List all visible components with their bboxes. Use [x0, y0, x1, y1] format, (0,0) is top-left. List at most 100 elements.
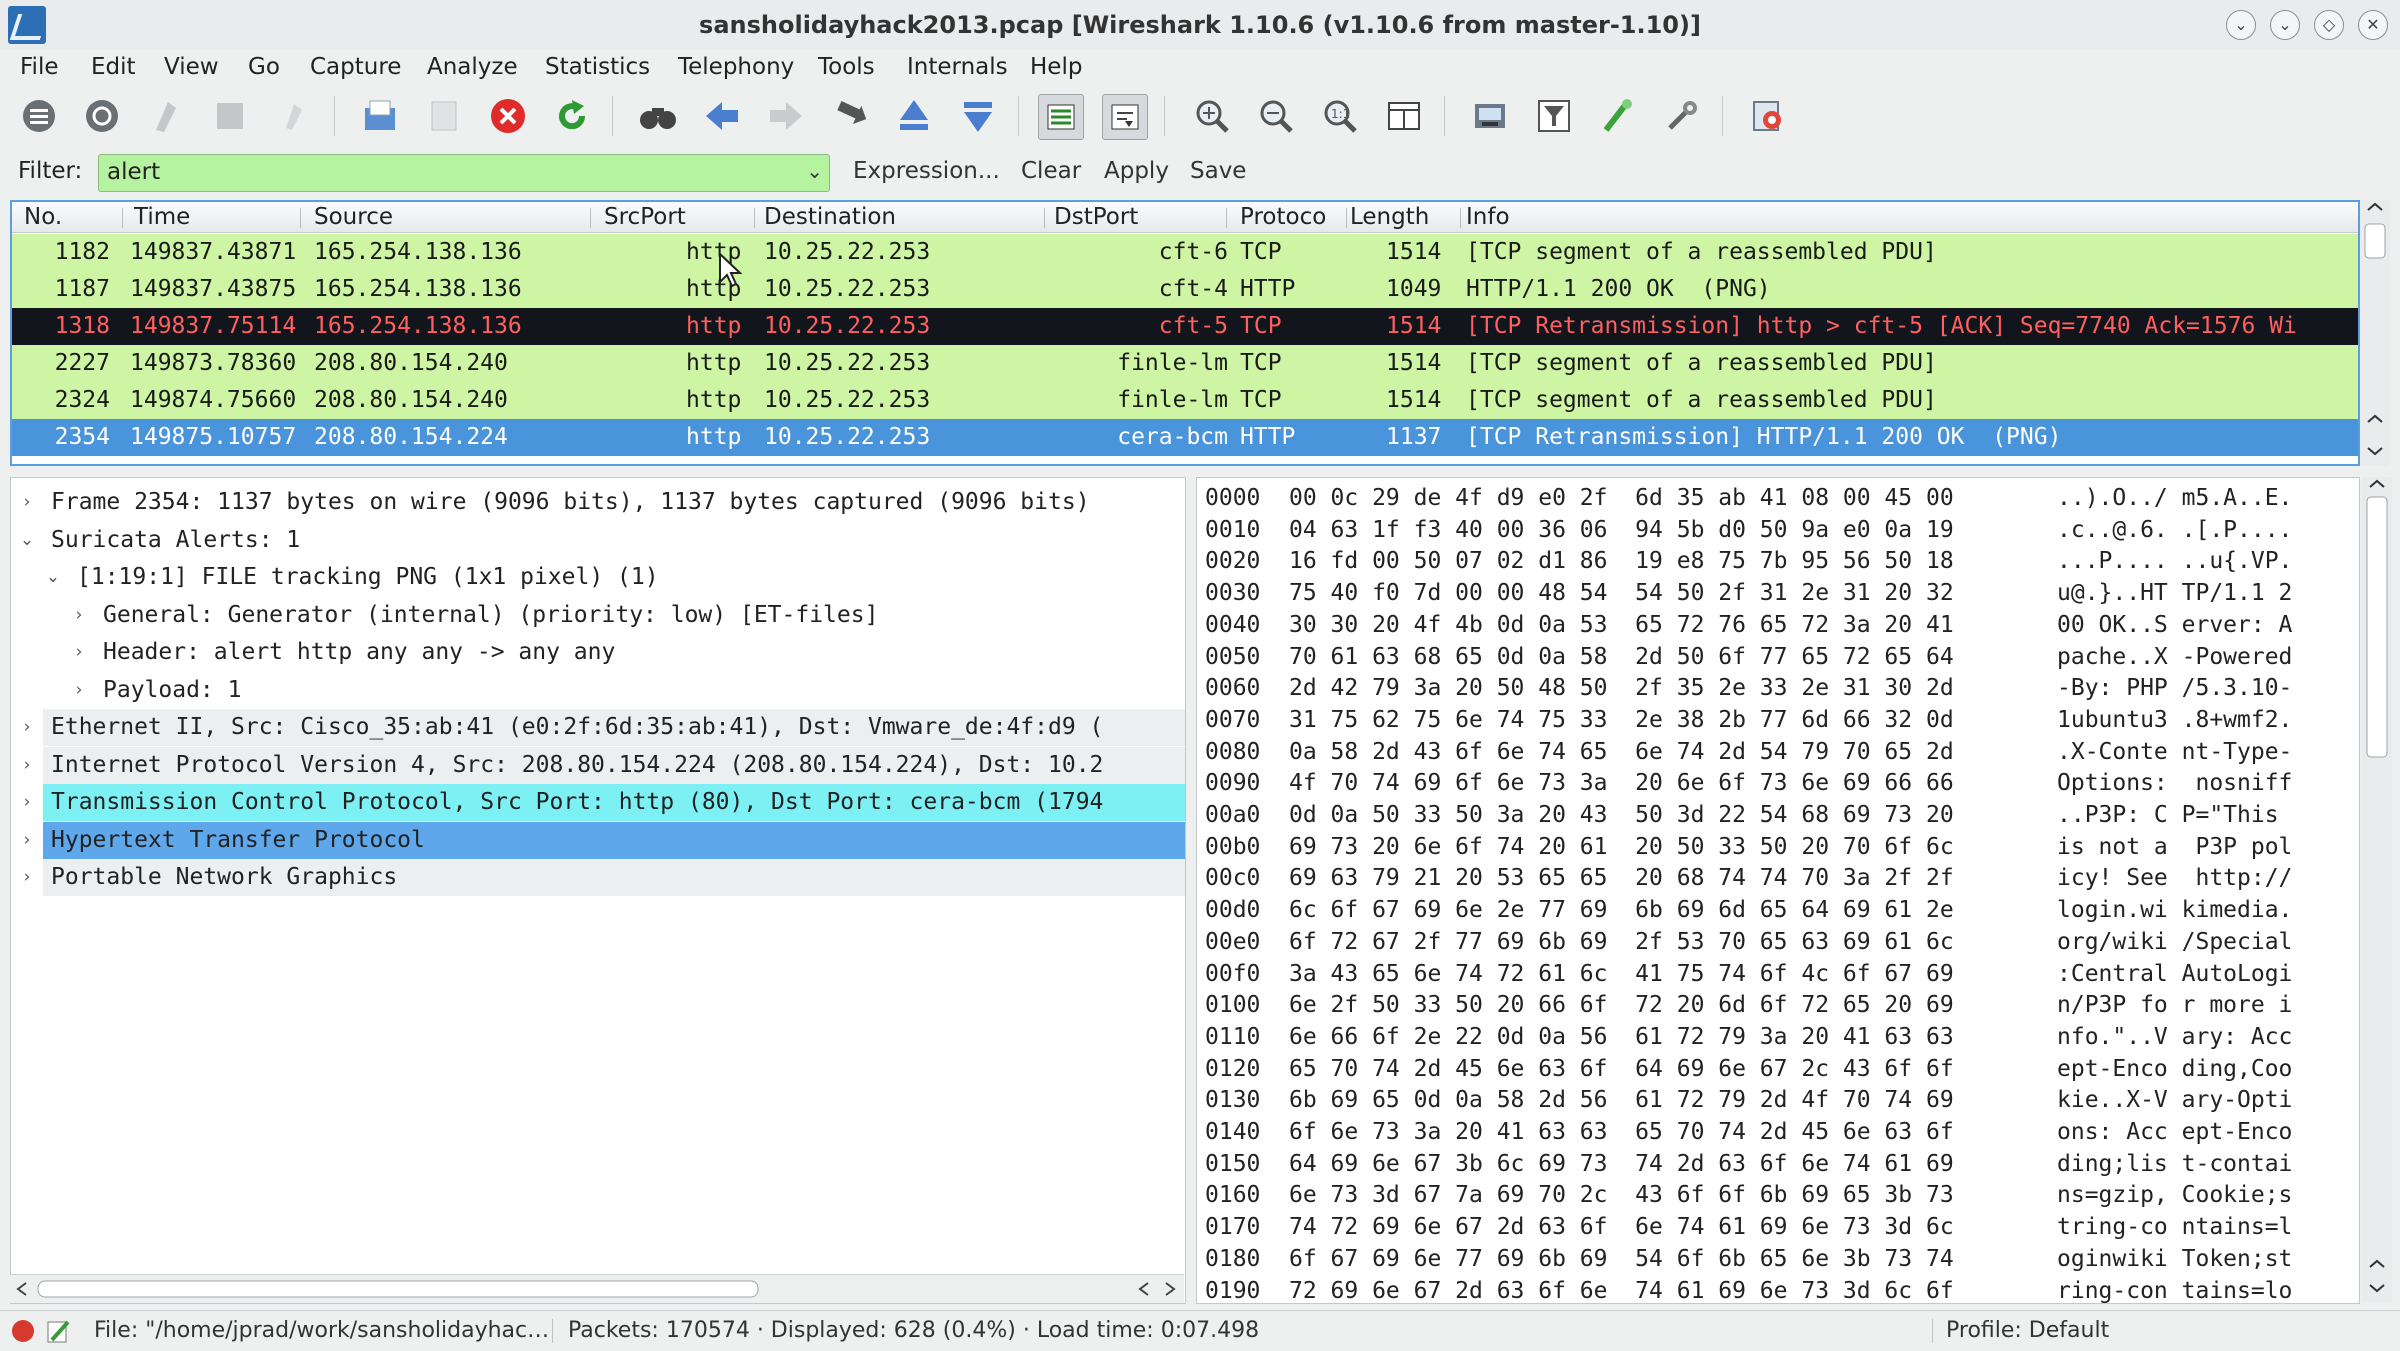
colorize-icon[interactable]: [1038, 94, 1084, 140]
chevron-down-icon[interactable]: ⌄: [806, 159, 823, 183]
detail-tree-row[interactable]: › Ethernet II, Src: Cisco_35:ab:41 (e0:2f…: [11, 709, 1185, 746]
packet-row[interactable]: 2354 149875.10757 208.80.154.224 http 10.25.…: [12, 419, 2358, 456]
go-forward-icon: [764, 94, 808, 138]
detail-tree-row[interactable]: › Transmission Control Protocol, Src Port…: [11, 784, 1185, 821]
column-length[interactable]: Length: [1350, 202, 1429, 232]
capture-filters-icon[interactable]: [1468, 94, 1512, 138]
column-no[interactable]: No.: [24, 202, 62, 232]
packet-row[interactable]: 1318 149837.75114 165.254.138.136 http 10.25…: [12, 308, 2358, 345]
menu-telephony[interactable]: Telephony: [678, 50, 794, 84]
zoom-normal-icon[interactable]: 1:1: [1318, 94, 1362, 138]
menu-tools[interactable]: Tools: [818, 50, 875, 84]
expand-arrow-icon[interactable]: ›: [69, 634, 89, 671]
expand-arrow-icon[interactable]: ›: [17, 784, 37, 821]
packet-no: 2227: [54, 350, 110, 376]
go-last-icon[interactable]: [956, 94, 1000, 138]
display-filters-icon[interactable]: [1532, 94, 1576, 138]
display-filter-input[interactable]: alert ⌄: [98, 154, 830, 192]
zoom-out-icon[interactable]: [1254, 94, 1298, 138]
column-info[interactable]: Info: [1466, 202, 1510, 232]
close-file-icon[interactable]: [486, 94, 530, 138]
coloring-rules-icon[interactable]: [1596, 94, 1640, 138]
menu-internals[interactable]: Internals: [907, 50, 1008, 84]
expert-info-icon[interactable]: [12, 1320, 34, 1342]
packet-row[interactable]: 2324 149874.75660 208.80.154.240 http 10.25.…: [12, 382, 2358, 419]
expand-arrow-icon[interactable]: ›: [69, 672, 89, 709]
column-time[interactable]: Time: [134, 202, 190, 232]
options-icon[interactable]: [80, 94, 124, 138]
help-icon[interactable]: [1746, 94, 1790, 138]
detail-tree-row[interactable]: › Internet Protocol Version 4, Src: 208.8…: [11, 746, 1185, 784]
apply-button[interactable]: Apply: [1104, 158, 1169, 184]
hex-offset: 0150: [1205, 1150, 1261, 1177]
details-horizontal-scrollbar[interactable]: [10, 1274, 1184, 1303]
packet-row[interactable]: 1182 149837.43871 165.254.138.136 http 10.25…: [12, 234, 2358, 271]
detail-tree-row[interactable]: ⌄ [1:19:1] FILE tracking PNG (1x1 pixel) …: [11, 559, 1185, 596]
collapse-arrow-icon[interactable]: ⌄: [43, 559, 63, 596]
column-source[interactable]: Source: [314, 202, 393, 232]
menu-capture[interactable]: Capture: [310, 50, 401, 84]
packet-length: 1137: [1386, 424, 1442, 450]
open-file-icon[interactable]: [358, 94, 402, 138]
minimize-window-icon[interactable]: ⌄: [2270, 10, 2300, 40]
menu-edit[interactable]: Edit: [91, 50, 136, 84]
hex-bytes: 6f 6e 73 3a 20 41 63 63 65 70 74 2d 45 6…: [1289, 1119, 1954, 1145]
packet-row[interactable]: 1187 149837.43875 165.254.138.136 http 10.25…: [12, 271, 2358, 308]
detail-tree-row[interactable]: › Header: alert http any any -> any any: [11, 634, 1185, 671]
menu-view[interactable]: View: [164, 50, 219, 84]
packet-no: 2324: [54, 387, 110, 413]
menu-go[interactable]: Go: [248, 50, 280, 84]
hex-bytes: 4f 70 74 69 6f 6e 73 3a 20 6e 6f 73 6e 6…: [1289, 770, 1954, 797]
shade-window-icon[interactable]: ⌄: [2226, 10, 2256, 40]
close-window-icon[interactable]: ✕: [2358, 10, 2388, 40]
save-filter-button[interactable]: Save: [1190, 158, 1246, 184]
status-profile[interactable]: Profile: Default: [1946, 1311, 2109, 1351]
expand-arrow-icon[interactable]: ›: [69, 597, 89, 634]
bytes-scrollbar[interactable]: [2362, 477, 2392, 1302]
reload-icon[interactable]: [550, 94, 594, 138]
hex-offset: 0130: [1205, 1087, 1261, 1114]
packet-protocol: TCP: [1240, 313, 1282, 339]
auto-scroll-icon[interactable]: [1102, 94, 1148, 140]
collapse-arrow-icon[interactable]: ⌄: [17, 522, 37, 559]
detail-tree-row[interactable]: ⌄ Suricata Alerts: 1: [11, 522, 1185, 559]
menu-help[interactable]: Help: [1030, 50, 1082, 84]
detail-tree-row[interactable]: › Hypertext Transfer Protocol: [11, 821, 1185, 859]
column-dstport[interactable]: DstPort: [1054, 202, 1138, 232]
filter-value[interactable]: alert: [107, 159, 160, 185]
hex-offset: 00f0: [1205, 960, 1261, 987]
menu-statistics[interactable]: Statistics: [545, 50, 650, 84]
column-destination[interactable]: Destination: [764, 202, 896, 232]
detail-tree-row[interactable]: › Payload: 1: [11, 672, 1185, 709]
column-protocol[interactable]: Protoco: [1240, 202, 1326, 232]
capture-comments-icon[interactable]: [46, 1318, 72, 1348]
expand-arrow-icon[interactable]: ›: [17, 859, 37, 896]
hex-offset: 0000: [1205, 485, 1261, 511]
expand-arrow-icon[interactable]: ›: [17, 747, 37, 784]
go-first-icon[interactable]: [892, 94, 936, 138]
resize-columns-icon[interactable]: [1382, 94, 1426, 138]
clear-button[interactable]: Clear: [1021, 158, 1081, 184]
expand-arrow-icon[interactable]: ›: [17, 484, 37, 521]
zoom-in-icon[interactable]: [1190, 94, 1234, 138]
hex-bytes: 3a 43 65 6e 74 72 61 6c 41 75 74 6f 4c 6…: [1289, 960, 1954, 987]
expand-arrow-icon[interactable]: ›: [17, 709, 37, 746]
hex-bytes: 6f 67 69 6e 77 69 6b 69 54 6f 6b 65 6e 3…: [1289, 1245, 1954, 1272]
expand-arrow-icon[interactable]: ›: [17, 822, 37, 859]
go-back-icon[interactable]: [700, 94, 744, 138]
detail-tree-row[interactable]: › General: Generator (internal) (priority…: [11, 597, 1185, 634]
hex-ascii: ..P3P: C P="This: [2057, 802, 2293, 828]
detail-tree-row[interactable]: › Portable Network Graphics: [11, 859, 1185, 896]
go-to-packet-icon[interactable]: [828, 94, 872, 138]
menu-analyze[interactable]: Analyze: [427, 50, 518, 84]
packet-list-scrollbar[interactable]: [2360, 200, 2390, 466]
detail-tree-row[interactable]: › Frame 2354: 1137 bytes on wire (9096 bi…: [11, 484, 1185, 521]
packet-row[interactable]: 2227 149873.78360 208.80.154.240 http 10.25.…: [12, 345, 2358, 382]
column-srcport[interactable]: SrcPort: [604, 202, 686, 232]
find-packet-icon[interactable]: [636, 94, 680, 138]
menu-file[interactable]: File: [20, 50, 59, 84]
expression-button[interactable]: Expression...: [853, 158, 1000, 184]
maximize-window-icon[interactable]: ◇: [2314, 10, 2344, 40]
preferences-icon[interactable]: [1660, 94, 1704, 138]
interfaces-icon[interactable]: [17, 94, 61, 138]
